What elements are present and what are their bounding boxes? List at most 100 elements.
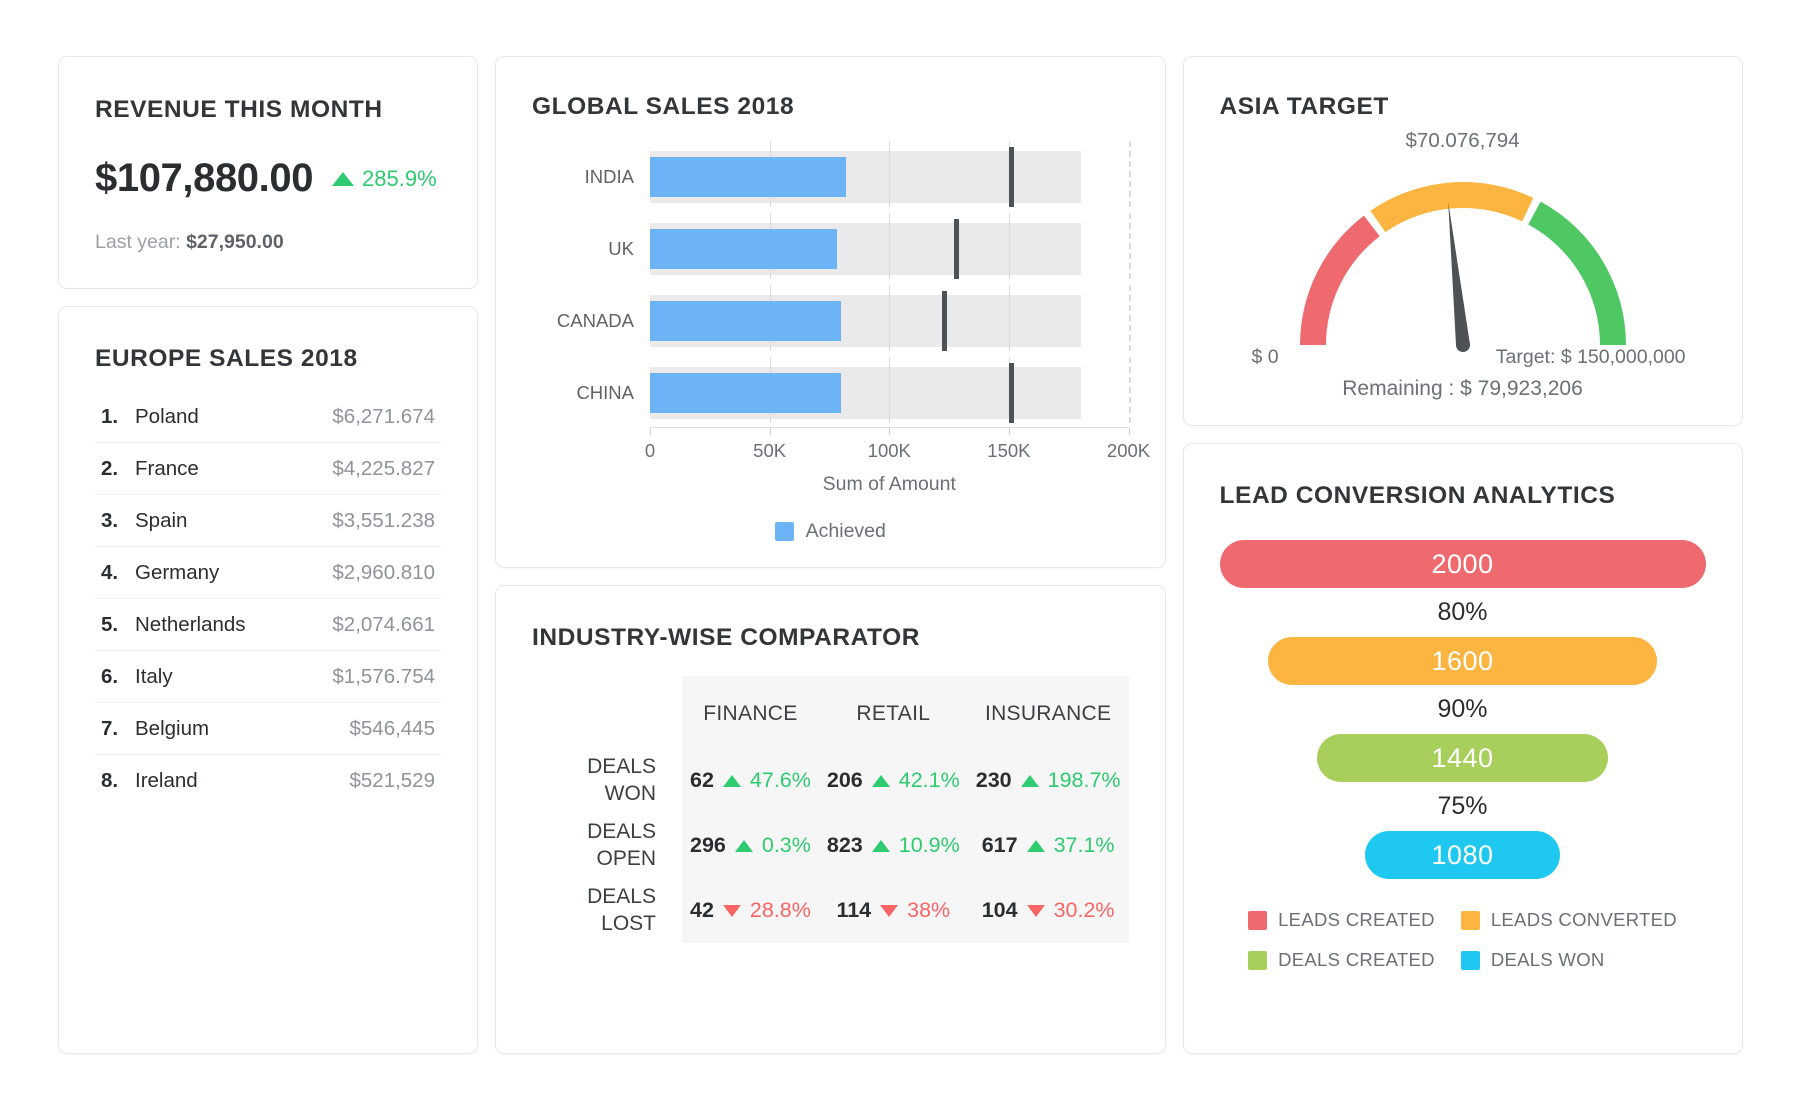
- list-item[interactable]: 8.Ireland$521,529: [95, 755, 441, 806]
- list-item-value: $2,960.810: [332, 561, 435, 585]
- funnel-conversion-percent: 75%: [1438, 792, 1488, 821]
- funnel-stage-bar[interactable]: 2000: [1220, 540, 1706, 588]
- funnel-stage-value: 1600: [1431, 646, 1493, 677]
- bullet-chart-target-marker: [1009, 147, 1014, 207]
- list-item-rank: 2.: [101, 457, 135, 481]
- axis-tick-mark: [1129, 428, 1130, 435]
- left-column: REVENUE THIS MONTH $107,880.00 285.9% La…: [58, 56, 478, 1054]
- bullet-chart-target-marker: [942, 291, 947, 351]
- bullet-chart-legend[interactable]: Achieved: [532, 520, 1129, 543]
- europe-sales-title: EUROPE SALES 2018: [95, 345, 441, 373]
- industry-cell[interactable]: 20642.1%: [819, 748, 968, 813]
- list-item-value: $546,445: [349, 717, 435, 741]
- industry-column-header: RETAIL: [819, 676, 968, 748]
- lead-conversion-funnel: 200080%160090%144075%1080: [1220, 540, 1706, 879]
- gauge-band-0: [1300, 216, 1380, 345]
- industry-cell[interactable]: 82310.9%: [819, 813, 968, 878]
- bullet-chart-gridline: [1129, 285, 1131, 351]
- bullet-chart-gridline: [1009, 285, 1010, 351]
- industry-cell-value: 42: [690, 898, 714, 923]
- list-item-rank: 8.: [101, 769, 135, 793]
- bullet-chart-achieved-bar: [650, 301, 841, 341]
- industry-cell[interactable]: 296 0.3%: [682, 813, 819, 878]
- bullet-chart-target-marker: [954, 219, 959, 279]
- funnel-stage-bar[interactable]: 1600: [1268, 637, 1657, 685]
- legend-label-achieved: Achieved: [806, 520, 886, 543]
- gauge-band-2: [1528, 202, 1626, 345]
- bullet-chart: INDIAUKCANADACHINA 050K100K150K200K Sum …: [532, 147, 1129, 496]
- center-column: GLOBAL SALES 2018 INDIAUKCANADACHINA 050…: [495, 56, 1166, 1054]
- list-item-country: Spain: [135, 509, 332, 533]
- list-item[interactable]: 7.Belgium$546,445: [95, 703, 441, 755]
- funnel-stage-value: 1440: [1431, 743, 1493, 774]
- bullet-chart-row[interactable]: INDIA: [650, 147, 1129, 207]
- list-item[interactable]: 2.France$4,225.827: [95, 443, 441, 495]
- lead-conversion-title: LEAD CONVERSION ANALYTICS: [1220, 482, 1706, 510]
- funnel-stage-bar[interactable]: 1080: [1365, 831, 1559, 879]
- industry-cell-value: 296: [690, 833, 726, 858]
- triangle-up-icon: [872, 775, 890, 787]
- list-item[interactable]: 3.Spain$3,551.238: [95, 495, 441, 547]
- bullet-chart-gridline: [889, 285, 890, 351]
- axis-tick-label: 200K: [1107, 440, 1150, 462]
- list-item[interactable]: 6.Italy$1,576.754: [95, 651, 441, 703]
- list-item-rank: 5.: [101, 613, 135, 637]
- list-item-value: $1,576.754: [332, 665, 435, 689]
- triangle-down-icon: [880, 905, 898, 917]
- industry-cell[interactable]: 11438%: [819, 878, 968, 943]
- funnel-legend-swatch: [1461, 951, 1480, 970]
- industry-row-label: DEALS WON: [532, 748, 682, 813]
- industry-cell[interactable]: 10430.2%: [968, 878, 1129, 943]
- bullet-chart-gridline: [889, 357, 890, 423]
- industry-cell[interactable]: 42 28.8%: [682, 878, 819, 943]
- list-item-value: $6,271.674: [332, 405, 435, 429]
- industry-cell[interactable]: 6247.6%: [682, 748, 819, 813]
- list-item[interactable]: 4.Germany$2,960.810: [95, 547, 441, 599]
- triangle-up-icon: [735, 840, 753, 852]
- bullet-chart-row[interactable]: CHINA: [650, 363, 1129, 423]
- gauge-needle-hub: [1456, 338, 1470, 352]
- europe-sales-card: EUROPE SALES 2018 1.Poland$6,271.6742.Fr…: [58, 306, 478, 1054]
- industry-comparator-table: FINANCERETAILINSURANCEDEALS WON6247.6%20…: [532, 676, 1129, 943]
- industry-cell-value: 823: [827, 833, 863, 858]
- triangle-up-icon: [723, 775, 741, 787]
- bullet-chart-axis: 050K100K150K200K: [650, 427, 1129, 471]
- funnel-conversion-percent: 90%: [1438, 695, 1488, 724]
- bullet-chart-gridline: [889, 141, 890, 207]
- industry-cell-delta: 0.3%: [762, 833, 811, 858]
- funnel-legend-item[interactable]: DEALS WON: [1461, 949, 1677, 971]
- funnel-legend-item[interactable]: DEALS CREATED: [1248, 949, 1435, 971]
- last-year-value: $27,950.00: [186, 231, 284, 253]
- industry-cell[interactable]: 61737.1%: [968, 813, 1129, 878]
- funnel-stage-bar[interactable]: 1440: [1317, 734, 1609, 782]
- revenue-amount: $107,880.00: [95, 156, 313, 201]
- list-item[interactable]: 5.Netherlands$2,074.661: [95, 599, 441, 651]
- triangle-up-icon: [1021, 775, 1039, 787]
- list-item[interactable]: 1.Poland$6,271.674: [95, 391, 441, 443]
- industry-cell[interactable]: 230198.7%: [968, 748, 1129, 813]
- funnel-legend-item[interactable]: LEADS CREATED: [1248, 909, 1435, 931]
- bullet-chart-row[interactable]: CANADA: [650, 291, 1129, 351]
- list-item-value: $521,529: [349, 769, 435, 793]
- triangle-up-icon: [1027, 840, 1045, 852]
- industry-cell-delta: 198.7%: [1048, 768, 1121, 793]
- bullet-chart-gridline: [1009, 213, 1010, 279]
- bullet-chart-row[interactable]: UK: [650, 219, 1129, 279]
- bullet-chart-gridline: [1129, 213, 1131, 279]
- industry-cell-delta: 30.2%: [1054, 898, 1115, 923]
- list-item-country: Ireland: [135, 769, 349, 793]
- axis-tick-mark: [770, 428, 771, 435]
- axis-tick-label: 50K: [753, 440, 786, 462]
- gauge-value-label: $70.076,794: [1406, 129, 1520, 153]
- gauge-target-label: Target: $ 150,000,000: [1496, 346, 1686, 369]
- funnel-legend-item[interactable]: LEADS CONVERTED: [1461, 909, 1677, 931]
- bullet-chart-achieved-bar: [650, 157, 846, 197]
- last-year-label: Last year:: [95, 231, 181, 253]
- bullet-chart-plot: INDIA UK CANADA CHINA: [650, 147, 1129, 423]
- list-item-country: Poland: [135, 405, 332, 429]
- gauge-needle: [1448, 202, 1470, 346]
- industry-comparator-card: INDUSTRY-WISE COMPARATOR FINANCERETAILIN…: [495, 585, 1166, 1054]
- bullet-chart-gridline: [889, 213, 890, 279]
- industry-cell-delta: 28.8%: [750, 898, 811, 923]
- industry-cell-delta: 42.1%: [899, 768, 960, 793]
